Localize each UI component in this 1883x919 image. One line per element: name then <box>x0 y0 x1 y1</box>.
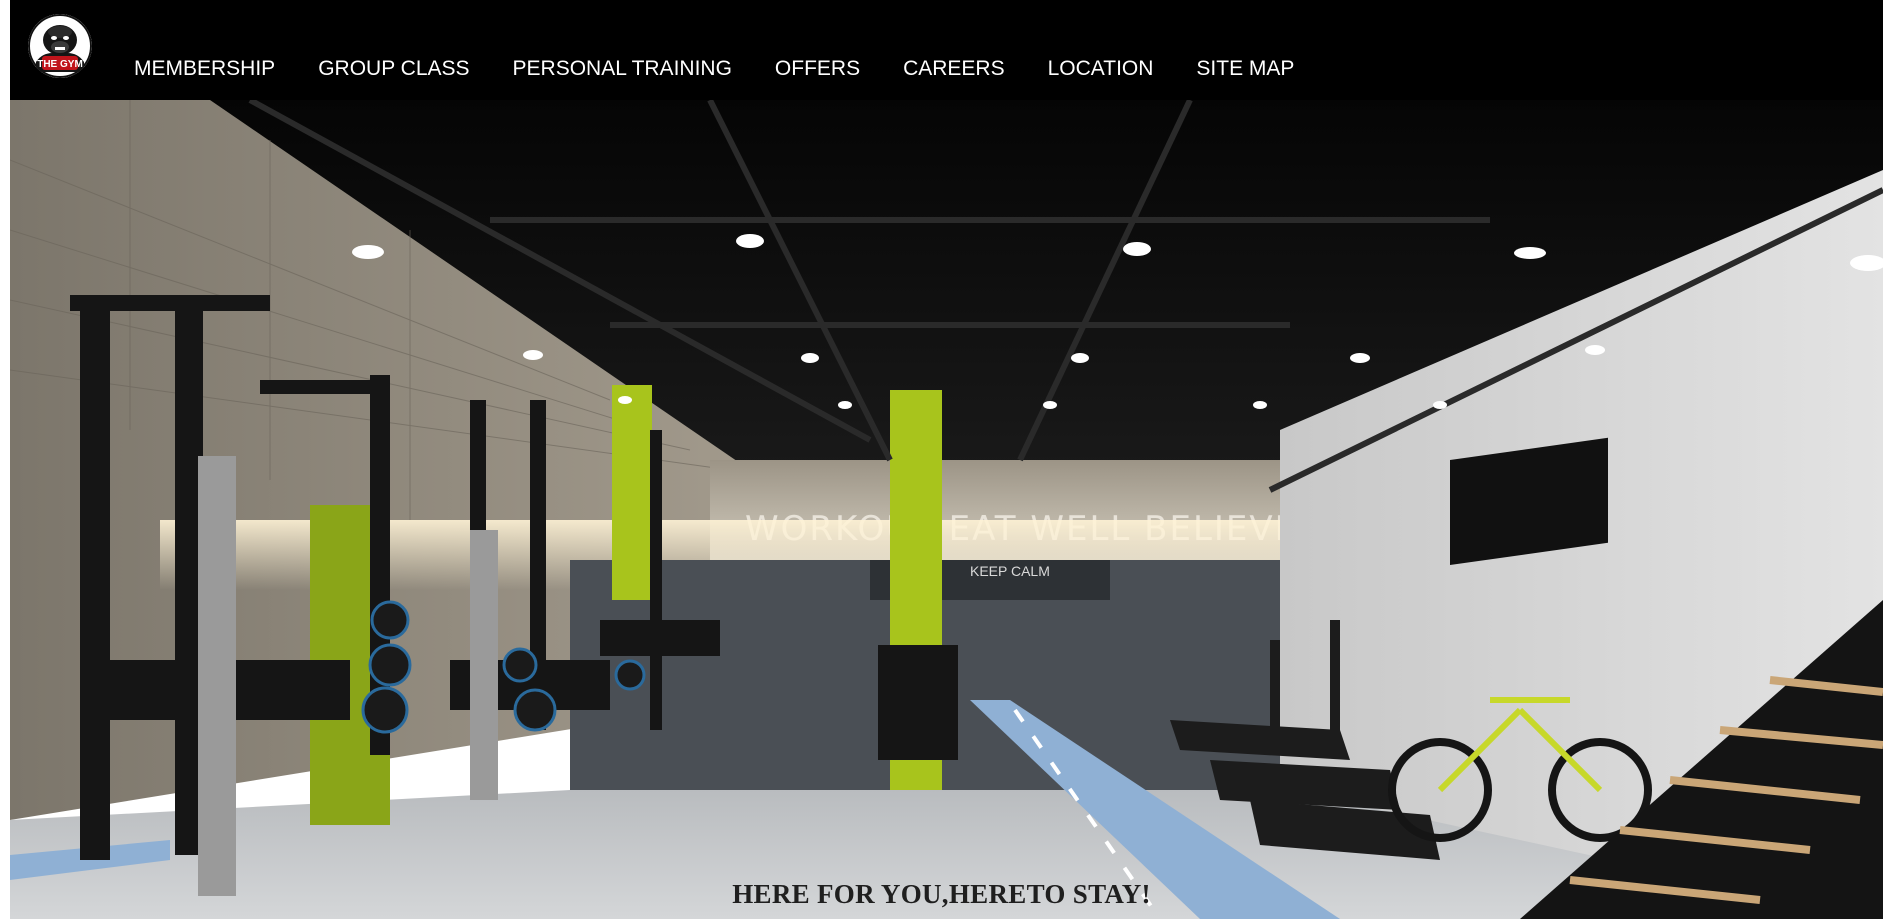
nav-item-careers[interactable]: CAREERS <box>903 54 1005 84</box>
nav-item-membership[interactable]: MEMBERSHIP <box>134 54 275 84</box>
gorilla-logo-icon[interactable]: THE GYM <box>28 14 92 78</box>
svg-text:THE GYM: THE GYM <box>37 59 83 70</box>
mirror-lettering: KEEP CALM <box>970 563 1050 579</box>
nav-item-personal-training[interactable]: PERSONAL TRAINING <box>513 54 732 84</box>
hero-gym-photo: WORKOUT EAT WELL BELIEVE KEEP CALM <box>10 100 1883 919</box>
main-menu: MEMBERSHIP GROUP CLASS PERSONAL TRAINING… <box>134 54 1294 84</box>
nav-item-location[interactable]: LOCATION <box>1048 54 1154 84</box>
hero-tagline: HERE FOR YOU,HERETO STAY! <box>732 879 1151 909</box>
top-navigation-bar: THE GYM MEMBERSHIP GROUP CLASS PERSONAL … <box>10 0 1883 100</box>
nav-item-offers[interactable]: OFFERS <box>775 54 860 84</box>
nav-item-site-map[interactable]: SITE MAP <box>1196 54 1294 84</box>
page-left-edge <box>0 0 10 919</box>
nav-item-group-class[interactable]: GROUP CLASS <box>318 54 469 84</box>
